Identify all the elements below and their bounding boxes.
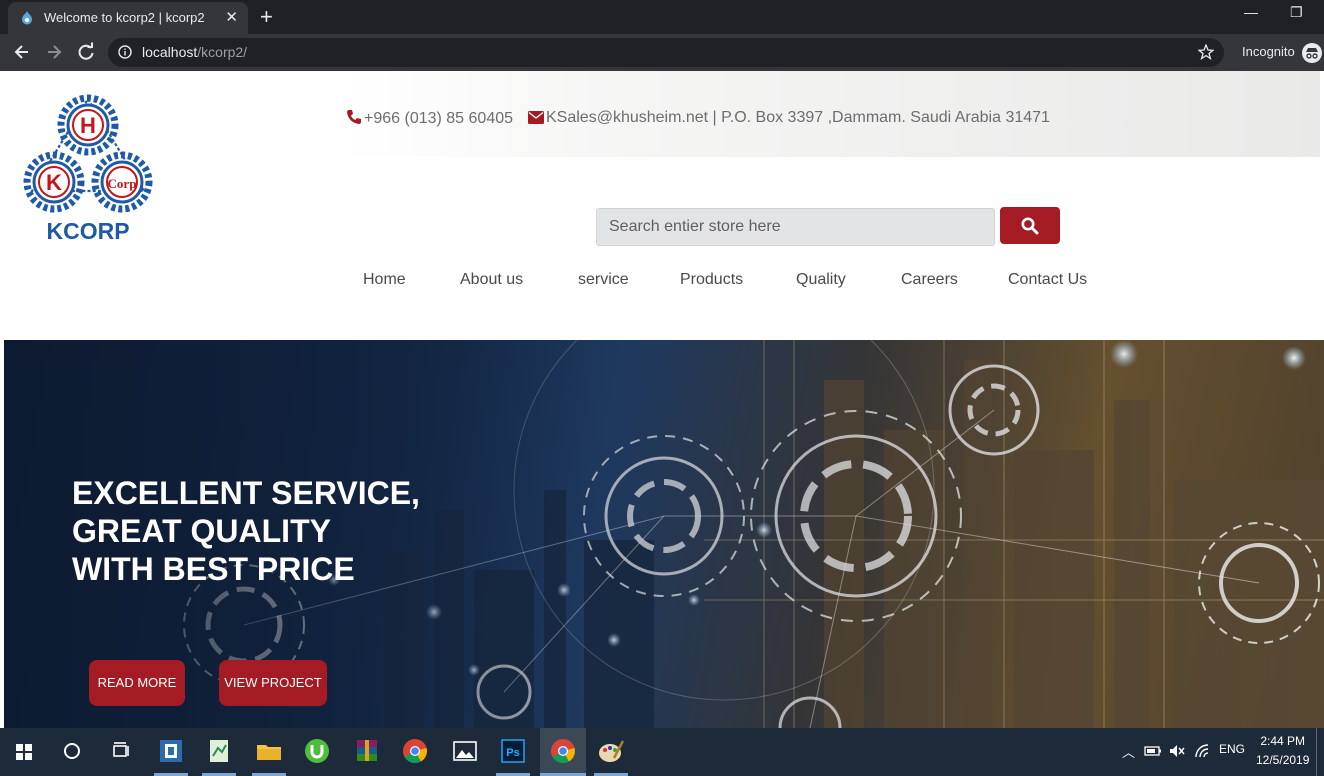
- view-project-button[interactable]: VIEW PROJECT: [219, 660, 327, 706]
- reload-icon[interactable]: [76, 42, 96, 62]
- clock-time: 2:44 PM: [1260, 734, 1306, 748]
- input-language[interactable]: ENG: [1219, 742, 1245, 756]
- hero-line-3: WITH BEST PRICE: [72, 551, 355, 587]
- hero-banner: EXCELLENT SERVICE, GREAT QUALITY WITH BE…: [4, 340, 1324, 728]
- svg-text:Corp: Corp: [108, 176, 137, 191]
- email-address: KSales@khusheim.net | P.O. Box 3397 ,Dam…: [546, 109, 1050, 126]
- back-arrow-icon[interactable]: [12, 42, 32, 62]
- new-tab-icon[interactable]: +: [260, 4, 273, 30]
- system-clock[interactable]: 2:44 PM 12/5/2019: [1256, 732, 1309, 770]
- svg-text:Ps: Ps: [506, 747, 519, 759]
- photoshop-icon[interactable]: Ps: [498, 736, 528, 766]
- battery-icon[interactable]: [1144, 744, 1162, 758]
- paint-app-icon[interactable]: [596, 736, 626, 766]
- winrar-icon[interactable]: [352, 736, 382, 766]
- email-contact[interactable]: KSales@khusheim.net | P.O. Box 3397 ,Dam…: [528, 109, 1050, 127]
- chrome-icon[interactable]: [400, 736, 430, 766]
- photos-app-icon[interactable]: [450, 736, 480, 766]
- contact-bar: +966 (013) 85 60405 KSales@khusheim.net …: [340, 71, 1320, 157]
- url-host: localhost: [142, 44, 198, 60]
- hero-headline: EXCELLENT SERVICE, GREAT QUALITY WITH BE…: [72, 474, 420, 588]
- phone-contact[interactable]: +966 (013) 85 60405: [346, 109, 513, 128]
- envelope-icon: [528, 111, 544, 124]
- nav-home[interactable]: Home: [363, 271, 406, 289]
- logo-gear-left: K: [23, 151, 85, 213]
- search-button[interactable]: [1000, 207, 1060, 244]
- forward-arrow-icon[interactable]: [44, 42, 64, 62]
- phone-icon: [347, 110, 361, 124]
- show-hidden-icons-chevron-icon[interactable]: ︿: [1122, 742, 1135, 761]
- read-more-button[interactable]: READ MORE: [89, 660, 185, 706]
- url-text: localhost/kcorp2/: [142, 44, 247, 60]
- hero-line-1: EXCELLENT SERVICE,: [72, 475, 420, 511]
- incognito-label: Incognito: [1242, 44, 1295, 59]
- logo-gear-right: Corp: [91, 151, 153, 213]
- kcorp-logo[interactable]: H K Corp KCORP: [18, 91, 158, 243]
- logo-text: KCORP: [46, 218, 129, 243]
- task-view-icon[interactable]: [106, 736, 136, 766]
- windows-start-icon[interactable]: [10, 738, 38, 766]
- url-path: /kcorp2/: [197, 44, 248, 60]
- nav-about-us[interactable]: About us: [460, 271, 523, 289]
- windows-taskbar: Ps ︿ ENG 2:44 PM 12/5/2019: [0, 728, 1324, 776]
- search-icon: [1021, 217, 1039, 235]
- calculator-app-icon[interactable]: [156, 736, 186, 766]
- file-explorer-icon[interactable]: [254, 736, 284, 766]
- browser-toolbar: localhost/kcorp2/ Incognito: [0, 34, 1324, 71]
- notepad-app-icon[interactable]: [204, 736, 234, 766]
- minimize-window-icon[interactable]: —: [1244, 4, 1258, 20]
- volume-muted-icon[interactable]: [1168, 743, 1186, 759]
- browser-tab[interactable]: Welcome to kcorp2 | kcorp2 ✕: [8, 2, 248, 34]
- incognito-icon[interactable]: [1302, 43, 1322, 63]
- chrome-active-icon[interactable]: [548, 736, 578, 766]
- store-search-input[interactable]: [596, 208, 995, 246]
- clock-date: 12/5/2019: [1256, 753, 1310, 767]
- web-page: H K Corp KCORP +966 (013) 85 60405 KSale…: [0, 71, 1324, 728]
- nav-products[interactable]: Products: [680, 271, 743, 289]
- nav-quality[interactable]: Quality: [796, 271, 846, 289]
- browser-tab-bar: Welcome to kcorp2 | kcorp2 ✕ + — ❐: [0, 0, 1324, 34]
- nav-contact-us[interactable]: Contact Us: [1008, 271, 1087, 289]
- tab-close-icon[interactable]: ✕: [225, 8, 238, 26]
- nav-careers[interactable]: Careers: [901, 271, 958, 289]
- svg-text:K: K: [46, 170, 62, 195]
- nav-service[interactable]: service: [578, 271, 629, 289]
- show-desktop-divider[interactable]: [1316, 728, 1317, 776]
- search-circle-icon[interactable]: [58, 736, 88, 766]
- drupal-favicon-icon: [22, 11, 32, 25]
- tab-title: Welcome to kcorp2 | kcorp2: [44, 10, 205, 25]
- address-bar[interactable]: localhost/kcorp2/: [108, 38, 1224, 67]
- network-icon[interactable]: [1194, 743, 1212, 759]
- bookmark-star-icon[interactable]: [1198, 44, 1214, 60]
- svg-text:H: H: [80, 113, 96, 138]
- utorrent-icon[interactable]: [302, 736, 332, 766]
- logo-gear-top: H: [57, 94, 119, 156]
- site-info-icon[interactable]: [118, 45, 132, 59]
- restore-window-icon[interactable]: ❐: [1290, 4, 1303, 21]
- phone-number: +966 (013) 85 60405: [364, 110, 514, 127]
- hero-line-2: GREAT QUALITY: [72, 513, 331, 549]
